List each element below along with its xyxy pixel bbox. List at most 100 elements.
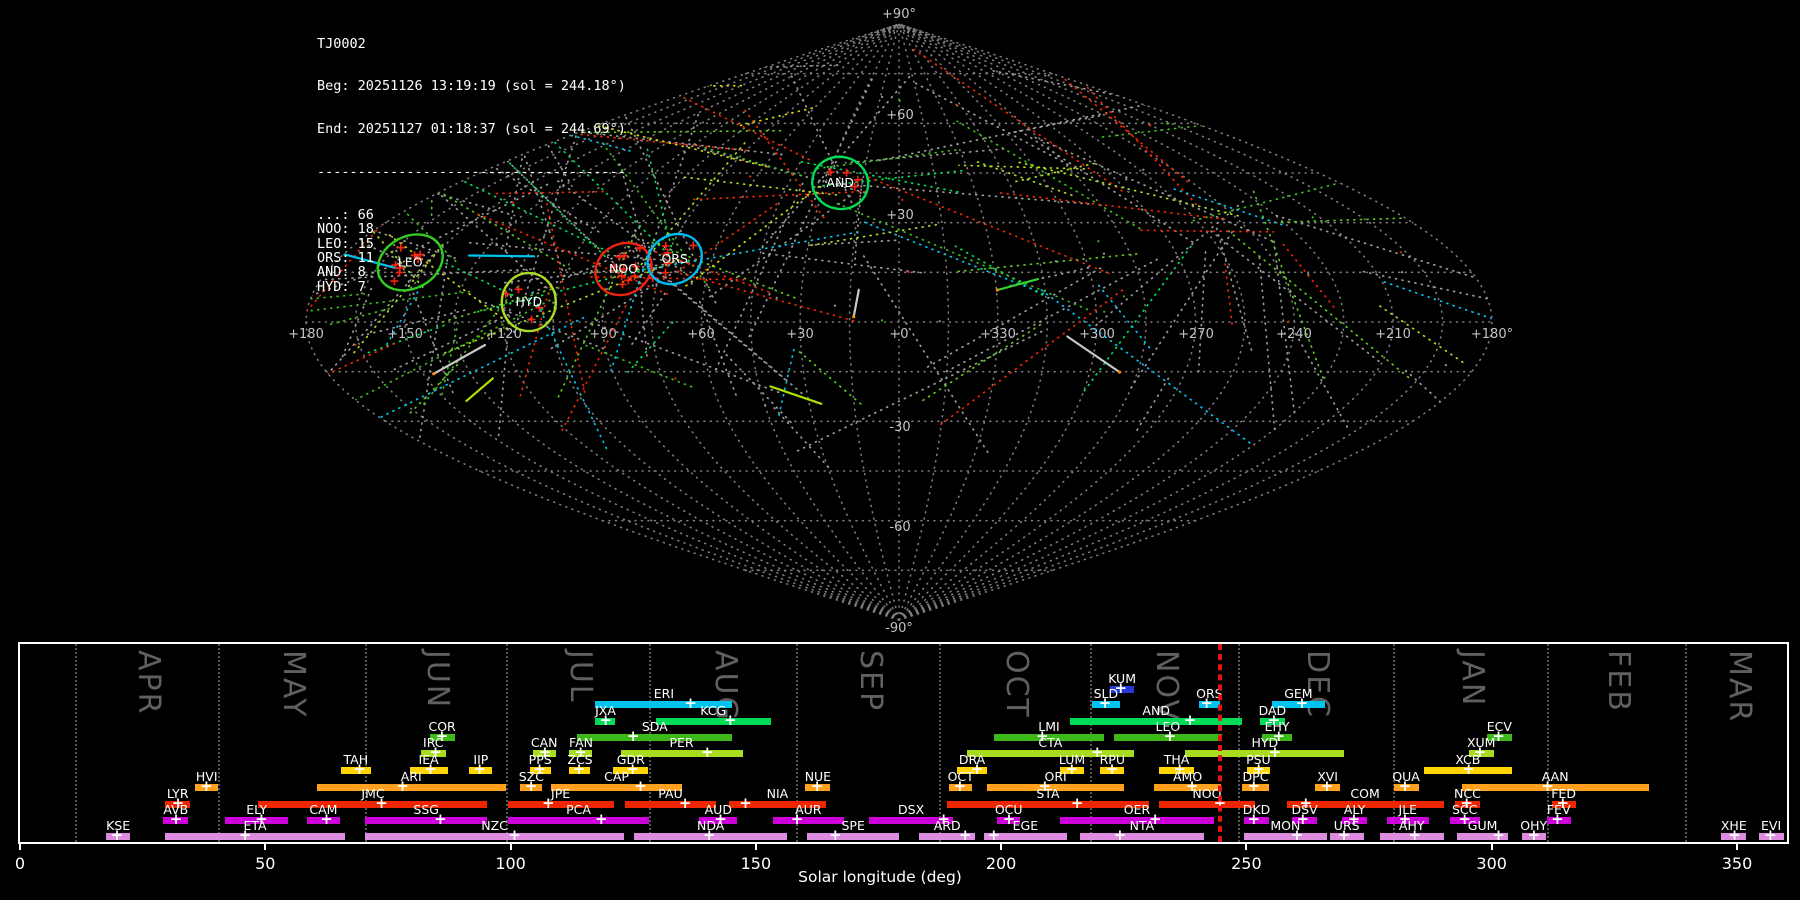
- activity-bar-JPE: [507, 800, 614, 808]
- peak-marker: +: [829, 826, 842, 844]
- shower-code-label: EGE: [1012, 818, 1039, 833]
- activity-bar-SPE: [807, 832, 900, 840]
- axis-tick: [1000, 842, 1003, 850]
- shower-count-row: ORS: 11: [317, 250, 374, 267]
- shower-code-label: AND: [1142, 703, 1170, 718]
- peak-marker: +: [1200, 694, 1213, 712]
- month-label-sep: SEP: [852, 650, 888, 713]
- month-label-mar: MAR: [1721, 650, 1757, 724]
- peak-marker: +: [1398, 777, 1412, 795]
- activity-bar-ARI: [316, 783, 506, 791]
- peak-marker: +: [701, 743, 714, 761]
- svg-text:+300: +300: [1079, 327, 1115, 342]
- peak-marker: +: [1462, 760, 1475, 778]
- peak-marker: +: [1163, 727, 1177, 745]
- peak-marker: +: [1065, 760, 1079, 778]
- shower-count-row: AND: 8: [317, 264, 366, 281]
- activity-bar-SSG: [364, 816, 488, 824]
- shower-count-row: LEO: 15: [317, 235, 374, 252]
- shower-code-label: DSX: [898, 802, 925, 817]
- shower-code-label: ARD: [933, 818, 961, 833]
- peak-marker: +: [1295, 694, 1309, 712]
- peak-marker: +: [169, 810, 183, 828]
- activity-timeline: Solar longitude (deg) APR MAY JUN JUL AUG SEP…: [15, 642, 1789, 886]
- month-gridline: [364, 644, 367, 842]
- axis-tick-label: 250: [1231, 854, 1262, 873]
- shower-code-label: KCG: [700, 703, 727, 718]
- peak-marker: +: [678, 794, 692, 812]
- peak-marker: +: [396, 777, 409, 795]
- peak-marker: +: [595, 810, 608, 828]
- svg-text:-60: -60: [889, 520, 910, 535]
- south-pole-label: -90°: [885, 621, 913, 636]
- shower-code-label: ERI: [653, 686, 675, 701]
- peak-marker: +: [599, 711, 612, 729]
- peak-marker: +: [473, 760, 486, 778]
- month-label-jul: JUL: [562, 650, 598, 704]
- shower-code-label: STA: [1036, 786, 1060, 801]
- peak-marker: +: [724, 711, 737, 729]
- peak-marker: +: [353, 760, 366, 778]
- month-gridline: [74, 644, 77, 842]
- axis-tick-label: 300: [1476, 854, 1507, 873]
- peak-marker: +: [790, 810, 804, 828]
- svg-text:+0: +0: [889, 327, 908, 342]
- shower-code-label: SDA: [641, 719, 668, 734]
- month-gridline: [1684, 644, 1687, 842]
- activity-bar-PAU: [625, 800, 716, 808]
- peak-marker: +: [424, 760, 437, 778]
- activity-bar-AUR: [772, 816, 845, 824]
- month-label-may: MAY: [276, 650, 312, 719]
- peak-marker: +: [634, 777, 647, 795]
- peak-marker: +: [238, 826, 252, 844]
- axis-tick: [1490, 842, 1493, 850]
- peak-marker: +: [1320, 777, 1334, 795]
- peak-marker: +: [1070, 794, 1084, 812]
- peak-marker: +: [1551, 810, 1564, 828]
- peak-marker: +: [684, 694, 697, 712]
- peak-marker: +: [508, 826, 521, 844]
- peak-marker: +: [1764, 826, 1777, 844]
- peak-marker: +: [542, 794, 555, 812]
- month-label-feb: FEB: [1600, 650, 1636, 713]
- svg-text:-30: -30: [889, 420, 910, 435]
- peak-marker: +: [1113, 826, 1127, 844]
- activity-bar-PCA: [507, 816, 650, 824]
- axis-tick-label: 0: [14, 854, 26, 873]
- axis-tick: [509, 842, 512, 850]
- peak-marker: +: [1183, 711, 1197, 729]
- month-gridline: [649, 644, 652, 842]
- north-pole-label: +90°: [882, 7, 916, 22]
- activity-bar-KCG: [655, 717, 771, 725]
- radiant-label-AND: AND: [826, 175, 854, 190]
- shower-counts-list: ...: 66 NOO: 18 LEO: 15 ORS: 11 AND: 8 HYD: 7: [317, 208, 626, 294]
- activity-bar-STA: [947, 800, 1149, 808]
- shower-code-label: NZC: [481, 818, 508, 833]
- shower-code-label: NIA: [766, 786, 789, 801]
- axis-tick: [1245, 842, 1248, 850]
- peak-marker: +: [810, 777, 824, 795]
- activity-bar-MON: [1244, 832, 1327, 840]
- current-sol-marker: [1220, 644, 1223, 842]
- axis-tick-label: 200: [985, 854, 1017, 873]
- peak-marker: +: [572, 760, 586, 778]
- peak-marker: +: [375, 794, 388, 812]
- shower-code-label: NTA: [1129, 818, 1155, 833]
- axis-tick-label: 150: [740, 854, 772, 873]
- peak-marker: +: [200, 777, 213, 795]
- radiant-sky-map: +180 +150 +120 +90 +60 +30 +0 +330 +300 +270 +240 +…: [288, 7, 1513, 636]
- shower-code-label: SPE: [841, 818, 865, 833]
- begin-time-line: Beg: 20251126 13:19:19 (sol = 244.18°): [317, 78, 626, 95]
- month-gridline: [505, 644, 508, 842]
- axis-tick-label: 350: [1721, 854, 1753, 873]
- peak-marker: +: [703, 826, 716, 844]
- month-label-jun: JUN: [420, 650, 456, 710]
- shower-code-label: OER: [1123, 802, 1151, 817]
- svg-text:+270: +270: [1178, 327, 1214, 342]
- svg-text:+210: +210: [1375, 327, 1411, 342]
- shower-count-row: NOO: 18: [317, 221, 374, 238]
- month-label-oct: OCT: [999, 650, 1035, 719]
- activity-bar-NOO: [1159, 800, 1255, 808]
- peak-marker: +: [110, 826, 124, 844]
- shower-code-label: CTA: [1038, 735, 1063, 750]
